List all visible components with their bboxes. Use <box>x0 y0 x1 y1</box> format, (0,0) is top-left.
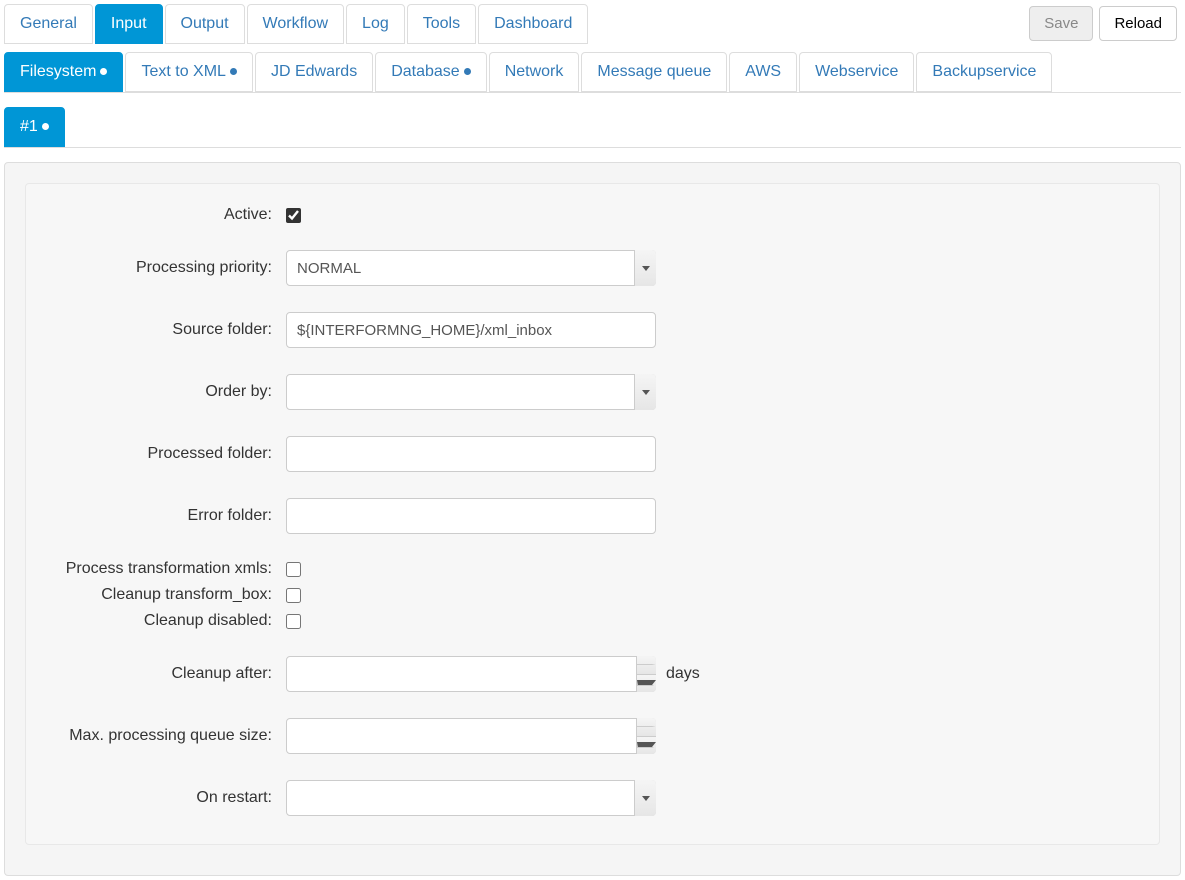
process-transform-xmls-checkbox[interactable] <box>286 562 301 577</box>
subtab-network[interactable]: Network <box>489 52 580 92</box>
order-by-select[interactable] <box>286 374 656 410</box>
active-checkbox[interactable] <box>286 208 301 223</box>
tab-input[interactable]: Input <box>95 4 163 44</box>
tab-workflow[interactable]: Workflow <box>247 4 345 44</box>
instance-tabs: #1 <box>4 107 1181 148</box>
indicator-dot-icon <box>230 68 237 75</box>
priority-select[interactable]: NORMAL <box>286 250 656 286</box>
action-buttons: Save Reload <box>1029 4 1181 41</box>
filesystem-panel: Active: Processing priority: NORMAL Sour… <box>4 162 1181 876</box>
label-cleanup-after: Cleanup after: <box>46 665 286 683</box>
main-tabs: General Input Output Workflow Log Tools … <box>4 4 590 44</box>
subtab-webservice[interactable]: Webservice <box>799 52 914 92</box>
subtab-database[interactable]: Database <box>375 52 487 92</box>
max-queue-input[interactable] <box>286 718 656 754</box>
label-source-folder: Source folder: <box>46 321 286 339</box>
label-process-transform-xmls: Process transformation xmls: <box>46 560 286 578</box>
processed-folder-input[interactable] <box>286 436 656 472</box>
subtab-aws[interactable]: AWS <box>729 52 797 92</box>
instance-tab-1[interactable]: #1 <box>4 107 65 147</box>
subtab-message-queue[interactable]: Message queue <box>581 52 727 92</box>
label-cleanup-transform-box: Cleanup transform_box: <box>46 586 286 604</box>
on-restart-select[interactable] <box>286 780 656 816</box>
sub-tabs: Filesystem Text to XML JD Edwards Databa… <box>4 52 1181 93</box>
label-on-restart: On restart: <box>46 789 286 807</box>
cleanup-after-input[interactable] <box>286 656 656 692</box>
label-active: Active: <box>46 206 286 224</box>
label-order-by: Order by: <box>46 383 286 401</box>
indicator-dot-icon <box>100 68 107 75</box>
tab-output[interactable]: Output <box>165 4 245 44</box>
source-folder-input[interactable] <box>286 312 656 348</box>
subtab-filesystem[interactable]: Filesystem <box>4 52 123 92</box>
label-priority: Processing priority: <box>46 259 286 277</box>
indicator-dot-icon <box>464 68 471 75</box>
error-folder-input[interactable] <box>286 498 656 534</box>
subtab-backupservice[interactable]: Backupservice <box>916 52 1052 92</box>
tab-dashboard[interactable]: Dashboard <box>478 4 588 44</box>
label-max-queue: Max. processing queue size: <box>46 727 286 745</box>
reload-button[interactable]: Reload <box>1099 6 1177 41</box>
label-error-folder: Error folder: <box>46 507 286 525</box>
indicator-dot-icon <box>42 123 49 130</box>
label-processed-folder: Processed folder: <box>46 445 286 463</box>
subtab-jd-edwards[interactable]: JD Edwards <box>255 52 373 92</box>
cleanup-transform-box-checkbox[interactable] <box>286 588 301 603</box>
cleanup-after-suffix: days <box>666 665 700 683</box>
label-cleanup-disabled: Cleanup disabled: <box>46 612 286 630</box>
save-button[interactable]: Save <box>1029 6 1093 41</box>
cleanup-disabled-checkbox[interactable] <box>286 614 301 629</box>
subtab-text-to-xml[interactable]: Text to XML <box>125 52 252 92</box>
tab-tools[interactable]: Tools <box>407 4 476 44</box>
tab-log[interactable]: Log <box>346 4 405 44</box>
tab-general[interactable]: General <box>4 4 93 44</box>
